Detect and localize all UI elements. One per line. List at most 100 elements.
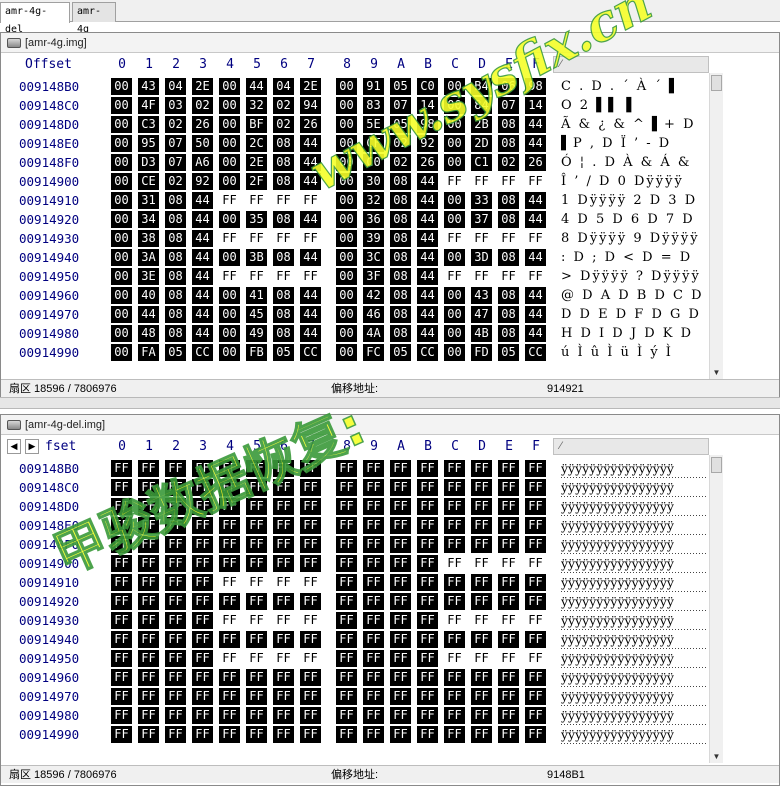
hex-byte[interactable]: 00 bbox=[444, 344, 465, 361]
hex-byte[interactable]: FF bbox=[363, 726, 384, 743]
hex-byte[interactable]: 35 bbox=[246, 211, 267, 228]
ascii-text[interactable]: ÿÿÿÿÿÿÿÿÿÿÿÿÿÿÿÿ bbox=[561, 592, 707, 611]
hex-byte[interactable]: 2D bbox=[471, 135, 492, 152]
hex-byte[interactable]: BF bbox=[246, 116, 267, 133]
hex-byte[interactable]: FF bbox=[390, 669, 411, 686]
hex-byte[interactable]: FF bbox=[273, 536, 294, 553]
hex-byte[interactable]: FF bbox=[192, 612, 213, 629]
hex-byte[interactable]: FF bbox=[273, 726, 294, 743]
hex-byte[interactable]: 44 bbox=[525, 211, 546, 228]
hex-byte[interactable]: C3 bbox=[138, 116, 159, 133]
hex-byte[interactable]: FF bbox=[417, 650, 438, 667]
hex-byte[interactable]: FA bbox=[138, 344, 159, 361]
hex-byte[interactable]: FF bbox=[471, 460, 492, 477]
hex-byte[interactable]: FF bbox=[363, 498, 384, 515]
hex-byte[interactable]: 44 bbox=[525, 325, 546, 342]
hex-byte[interactable]: 44 bbox=[417, 173, 438, 190]
hex-byte[interactable]: 50 bbox=[192, 135, 213, 152]
hex-byte[interactable]: FF bbox=[300, 555, 321, 572]
hex-byte[interactable]: FF bbox=[219, 707, 240, 724]
hex-byte[interactable]: FF bbox=[444, 688, 465, 705]
hex-byte[interactable]: 00 bbox=[219, 306, 240, 323]
hex-byte[interactable]: FF bbox=[165, 650, 186, 667]
hex-byte[interactable]: FF bbox=[273, 230, 294, 247]
hex-byte[interactable]: FF bbox=[246, 612, 267, 629]
hex-byte[interactable]: 2E bbox=[192, 78, 213, 95]
hex-byte[interactable]: FF bbox=[192, 669, 213, 686]
hex-byte[interactable]: 08 bbox=[498, 211, 519, 228]
hex-byte[interactable]: 00 bbox=[336, 268, 357, 285]
hex-byte[interactable]: FF bbox=[273, 555, 294, 572]
hex-byte[interactable]: 94 bbox=[300, 97, 321, 114]
hex-byte[interactable]: 02 bbox=[192, 97, 213, 114]
hex-byte[interactable]: 44 bbox=[417, 211, 438, 228]
hex-byte[interactable]: FF bbox=[165, 612, 186, 629]
hex-byte[interactable]: FF bbox=[192, 631, 213, 648]
hex-byte[interactable]: 04 bbox=[273, 78, 294, 95]
hex-byte[interactable]: FF bbox=[165, 593, 186, 610]
hex-byte[interactable]: FF bbox=[300, 707, 321, 724]
hex-byte[interactable]: FF bbox=[363, 460, 384, 477]
hex-byte[interactable]: 2C bbox=[246, 135, 267, 152]
hex-byte[interactable]: FF bbox=[336, 707, 357, 724]
hex-byte[interactable]: FF bbox=[444, 650, 465, 667]
hex-byte[interactable]: FF bbox=[300, 669, 321, 686]
hex-byte[interactable]: 3B bbox=[246, 249, 267, 266]
hex-byte[interactable]: 44 bbox=[525, 135, 546, 152]
hex-byte[interactable]: FF bbox=[111, 574, 132, 591]
hex-byte[interactable]: 00 bbox=[111, 135, 132, 152]
hex-byte[interactable]: 00 bbox=[336, 249, 357, 266]
ascii-text[interactable]: ÿÿÿÿÿÿÿÿÿÿÿÿÿÿÿÿ bbox=[561, 649, 707, 668]
hex-byte[interactable]: FF bbox=[390, 688, 411, 705]
ascii-text[interactable]: > Dÿÿÿÿ ? Dÿÿÿÿ bbox=[561, 267, 707, 286]
hex-byte[interactable]: 38 bbox=[138, 230, 159, 247]
hex-byte[interactable]: FF bbox=[417, 460, 438, 477]
hex-byte[interactable]: FF bbox=[165, 555, 186, 572]
hex-byte[interactable]: FF bbox=[246, 230, 267, 247]
hex-byte[interactable]: FF bbox=[390, 517, 411, 534]
hex-byte[interactable]: FF bbox=[165, 707, 186, 724]
hex-byte[interactable]: 44 bbox=[246, 78, 267, 95]
hex-byte[interactable]: FF bbox=[273, 517, 294, 534]
hex-byte[interactable]: 00 bbox=[336, 306, 357, 323]
hex-byte[interactable]: 44 bbox=[300, 249, 321, 266]
hex-byte[interactable]: FF bbox=[111, 688, 132, 705]
hex-byte[interactable]: FF bbox=[471, 479, 492, 496]
hex-byte[interactable]: 45 bbox=[246, 306, 267, 323]
hex-byte[interactable]: 00 bbox=[336, 287, 357, 304]
ascii-text[interactable]: ÿÿÿÿÿÿÿÿÿÿÿÿÿÿÿÿ bbox=[561, 478, 707, 497]
ascii-text[interactable]: ÿÿÿÿÿÿÿÿÿÿÿÿÿÿÿÿ bbox=[561, 573, 707, 592]
hex-byte[interactable]: FF bbox=[300, 612, 321, 629]
hex-byte[interactable]: 43 bbox=[138, 78, 159, 95]
hex-byte[interactable]: FF bbox=[138, 650, 159, 667]
ascii-text[interactable]: ÿÿÿÿÿÿÿÿÿÿÿÿÿÿÿÿ bbox=[561, 611, 707, 630]
hex-byte[interactable]: FF bbox=[498, 631, 519, 648]
hex-byte[interactable]: FF bbox=[525, 669, 546, 686]
hex-byte[interactable]: 00 bbox=[336, 211, 357, 228]
hex-byte[interactable]: 41 bbox=[246, 287, 267, 304]
hex-byte[interactable]: 08 bbox=[390, 306, 411, 323]
hex-byte[interactable]: FF bbox=[363, 517, 384, 534]
hex-byte[interactable]: FF bbox=[363, 669, 384, 686]
hex-byte[interactable]: 08 bbox=[165, 230, 186, 247]
hex-byte[interactable]: FF bbox=[336, 555, 357, 572]
hex-byte[interactable]: FF bbox=[246, 688, 267, 705]
hex-byte[interactable]: FF bbox=[471, 536, 492, 553]
hex-byte[interactable]: FF bbox=[192, 688, 213, 705]
hex-byte[interactable]: 00 bbox=[111, 325, 132, 342]
hex-byte[interactable]: 2F bbox=[246, 173, 267, 190]
hex-byte[interactable]: FC bbox=[363, 344, 384, 361]
hex-byte[interactable]: 39 bbox=[363, 230, 384, 247]
ascii-text[interactable]: : D ; D < D = D bbox=[561, 248, 707, 267]
hex-byte[interactable]: FF bbox=[273, 650, 294, 667]
hex-byte[interactable]: FF bbox=[390, 460, 411, 477]
hex-byte[interactable]: FF bbox=[525, 726, 546, 743]
hex-byte[interactable]: 08 bbox=[498, 135, 519, 152]
hex-byte[interactable]: FF bbox=[444, 498, 465, 515]
hex-byte[interactable]: FF bbox=[246, 631, 267, 648]
hex-byte[interactable]: FF bbox=[525, 688, 546, 705]
hex-byte[interactable]: 08 bbox=[390, 249, 411, 266]
hex-byte[interactable]: FF bbox=[525, 498, 546, 515]
hex-byte[interactable]: FF bbox=[498, 536, 519, 553]
hex-byte[interactable]: FF bbox=[336, 669, 357, 686]
